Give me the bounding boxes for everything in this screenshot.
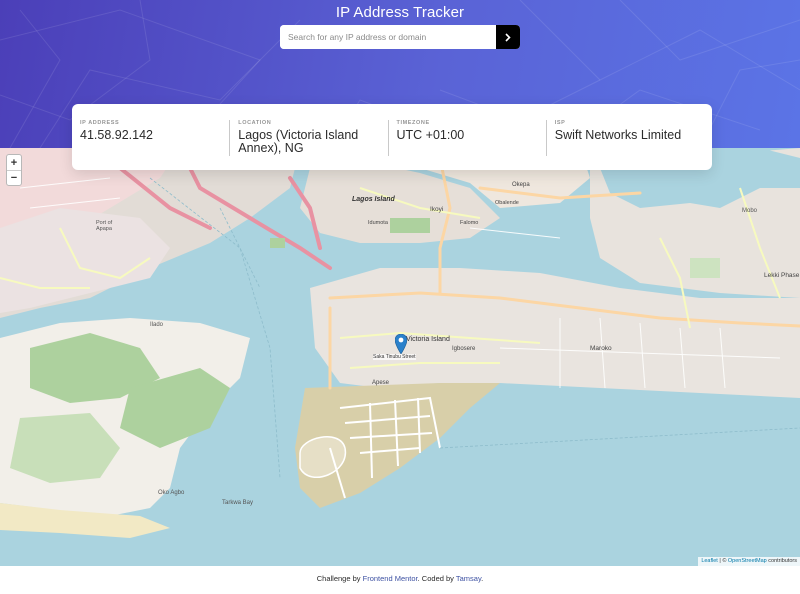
- map-label-falomo: Falomo: [460, 220, 479, 226]
- page-title: IP Address Tracker: [335, 4, 465, 21]
- map-canvas[interactable]: Lagos Island Victoria Island Ikoyi Falom…: [0, 148, 800, 566]
- location-block: Location Lagos (Victoria Island Annex), …: [229, 120, 387, 156]
- map-label-victoria-island: Victoria Island: [406, 336, 450, 343]
- attribution-suffix: contributors: [766, 558, 797, 564]
- isp-block: ISP Swift Networks Limited: [545, 120, 704, 156]
- location-value: Lagos (Victoria Island Annex), NG: [238, 128, 359, 155]
- location-label: Location: [238, 120, 272, 126]
- map-label-obalende: Obalende: [495, 200, 519, 206]
- map-label-apese: Apese: [372, 380, 390, 386]
- map-label-igbosere: Igbosere: [452, 346, 476, 352]
- submit-button[interactable]: [496, 25, 520, 49]
- map-label-port-apapa: Port of Apapa: [96, 220, 113, 232]
- map-label-saka-tinubu: Saka Tinubu Street: [373, 354, 416, 360]
- attribution-separator: | ©: [717, 558, 728, 564]
- footer-prefix: Challenge by: [316, 574, 363, 583]
- search-form: [280, 25, 520, 49]
- map-label-tarkwa-bay: Tarkwa Bay: [222, 500, 254, 506]
- footer-end: .: [481, 574, 484, 583]
- zoom-out-button[interactable]: −: [7, 170, 21, 185]
- footer-middle: . Coded by: [417, 574, 456, 583]
- map-label-lekki-phase: Lekki Phase: [764, 272, 800, 279]
- timezone-value: UTC +01:00: [396, 128, 465, 142]
- frontend-mentor-link[interactable]: Frontend Mentor: [363, 574, 418, 583]
- zoom-in-button[interactable]: +: [7, 155, 21, 170]
- isp-label: ISP: [554, 120, 566, 126]
- ip-info-card: IP Address 41.58.92.142 Location Lagos (…: [72, 104, 712, 170]
- openstreetmap-link[interactable]: OpenStreetMap: [728, 558, 767, 564]
- map-label-maroko: Maroko: [590, 345, 612, 352]
- map-label-ikoyi: Ikoyi: [430, 206, 444, 213]
- map-label-mobo: Mobo: [742, 208, 758, 214]
- isp-value: Swift Networks Limited: [554, 128, 682, 142]
- chevron-right-icon: [505, 32, 511, 42]
- ip-address-block: IP Address 41.58.92.142: [80, 120, 229, 156]
- leaflet-link[interactable]: Leaflet: [701, 558, 718, 564]
- author-link[interactable]: Tamsay: [456, 574, 481, 583]
- map-label-okepa: Okepa: [512, 182, 530, 188]
- map-label-idumota: Idumota: [368, 220, 388, 226]
- map-label-lagos-island: Lagos Island: [352, 196, 395, 203]
- ip-address-value: 41.58.92.142: [80, 128, 153, 142]
- search-input[interactable]: [280, 25, 496, 49]
- zoom-control: + −: [6, 154, 22, 186]
- footer: Challenge by Frontend Mentor. Coded by T…: [0, 566, 800, 594]
- timezone-label: Timezone: [396, 120, 430, 126]
- map-label-oko-agbo: Oko Agbo: [158, 490, 185, 496]
- map-label-ilado: Ilado: [150, 322, 164, 328]
- map-pin-icon[interactable]: [395, 334, 407, 354]
- map-attribution: Leaflet | © OpenStreetMap contributors: [698, 557, 800, 566]
- ip-address-label: IP Address: [80, 120, 120, 126]
- timezone-block: Timezone UTC +01:00: [387, 120, 546, 156]
